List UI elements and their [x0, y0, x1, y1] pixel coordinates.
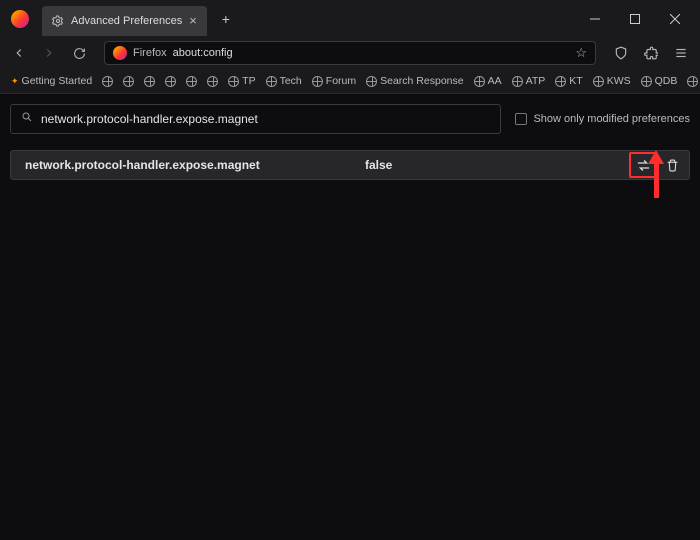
browser-tab[interactable]: Advanced Preferences × — [42, 6, 207, 36]
navbar: Firefox about:config ☆ — [0, 37, 700, 69]
bookmark-item[interactable]: KWS — [588, 73, 636, 89]
globe-icon — [266, 76, 277, 87]
firefox-page-icon — [113, 46, 127, 60]
globe-icon — [555, 76, 566, 87]
minimize-button[interactable] — [576, 5, 614, 33]
bookmark-item[interactable] — [139, 73, 160, 89]
bookmark-item[interactable]: SecurityUpdates — [682, 73, 700, 89]
bookmark-label: Getting Started — [22, 75, 93, 87]
titlebar: Advanced Preferences × + — [0, 0, 700, 37]
about-config-content: Show only modified preferences network.p… — [0, 94, 700, 190]
bookmark-label: Tech — [280, 75, 302, 87]
bookmark-item[interactable]: Forum — [307, 73, 361, 89]
preference-row: network.protocol-handler.expose.magnet f… — [10, 150, 690, 180]
globe-icon — [123, 76, 134, 87]
annotation-arrow-icon — [652, 150, 662, 200]
bookmark-item[interactable] — [181, 73, 202, 89]
bookmark-label: KWS — [607, 75, 631, 87]
app-menu-button[interactable] — [668, 40, 694, 66]
forward-button[interactable] — [36, 40, 62, 66]
bookmark-label: Forum — [326, 75, 356, 87]
globe-icon — [312, 76, 323, 87]
shield-icon[interactable] — [608, 40, 634, 66]
globe-icon — [207, 76, 218, 87]
reload-button[interactable] — [66, 40, 92, 66]
close-window-button[interactable] — [656, 5, 694, 33]
bookmark-item[interactable]: AA — [469, 73, 507, 89]
bookmark-label: QDB — [655, 75, 678, 87]
globe-icon — [102, 76, 113, 87]
urlbar-text: about:config — [173, 47, 233, 59]
bookmark-item[interactable]: QDB — [636, 73, 683, 89]
search-box[interactable] — [10, 104, 501, 134]
close-tab-button[interactable]: × — [189, 13, 197, 28]
bookmark-item[interactable]: Search Response — [361, 73, 468, 89]
globe-icon — [512, 76, 523, 87]
bookmark-item[interactable]: ATP — [507, 73, 551, 89]
urlbar-identity: Firefox — [133, 47, 167, 59]
globe-icon — [366, 76, 377, 87]
maximize-button[interactable] — [616, 5, 654, 33]
bookmark-label: Search Response — [380, 75, 463, 87]
bookmark-getting-started[interactable]: ✦ Getting Started — [6, 73, 97, 89]
app-icon — [6, 10, 34, 28]
globe-icon — [641, 76, 652, 87]
preference-value: false — [365, 158, 392, 172]
bookmark-item[interactable]: Tech — [261, 73, 307, 89]
bookmark-item[interactable] — [97, 73, 118, 89]
bookmark-item[interactable] — [202, 73, 223, 89]
search-icon — [21, 110, 33, 128]
bookmark-label: AA — [488, 75, 502, 87]
globe-icon — [593, 76, 604, 87]
show-only-modified-label: Show only modified preferences — [533, 113, 690, 125]
globe-icon — [165, 76, 176, 87]
tab-title: Advanced Preferences — [71, 15, 182, 27]
urlbar[interactable]: Firefox about:config ☆ — [104, 41, 596, 65]
globe-icon — [474, 76, 485, 87]
extensions-button[interactable] — [638, 40, 664, 66]
globe-icon — [687, 76, 698, 87]
bookmarks-bar: ✦ Getting Started TP Tech Forum Search Resp… — [0, 69, 700, 94]
globe-icon — [186, 76, 197, 87]
bookmark-item[interactable]: KT — [550, 73, 587, 89]
preference-name: network.protocol-handler.expose.magnet — [25, 158, 365, 172]
bookmark-label: TP — [242, 75, 255, 87]
bookmark-label: KT — [569, 75, 582, 87]
globe-icon — [228, 76, 239, 87]
bookmark-item[interactable]: TP — [223, 73, 260, 89]
search-input[interactable] — [41, 112, 490, 126]
firefox-logo-icon — [11, 10, 29, 28]
getting-started-icon: ✦ — [11, 76, 19, 87]
bookmark-star-button[interactable]: ☆ — [575, 45, 587, 61]
bookmark-item[interactable] — [160, 73, 181, 89]
show-only-modified-checkbox[interactable]: Show only modified preferences — [515, 113, 690, 125]
bookmark-item[interactable] — [118, 73, 139, 89]
bookmark-label: ATP — [526, 75, 546, 87]
delete-pref-button[interactable] — [661, 154, 683, 176]
new-tab-button[interactable]: + — [215, 8, 237, 30]
window-controls — [576, 5, 694, 33]
globe-icon — [144, 76, 155, 87]
back-button[interactable] — [6, 40, 32, 66]
checkbox-icon — [515, 113, 527, 125]
gear-icon — [52, 15, 64, 27]
